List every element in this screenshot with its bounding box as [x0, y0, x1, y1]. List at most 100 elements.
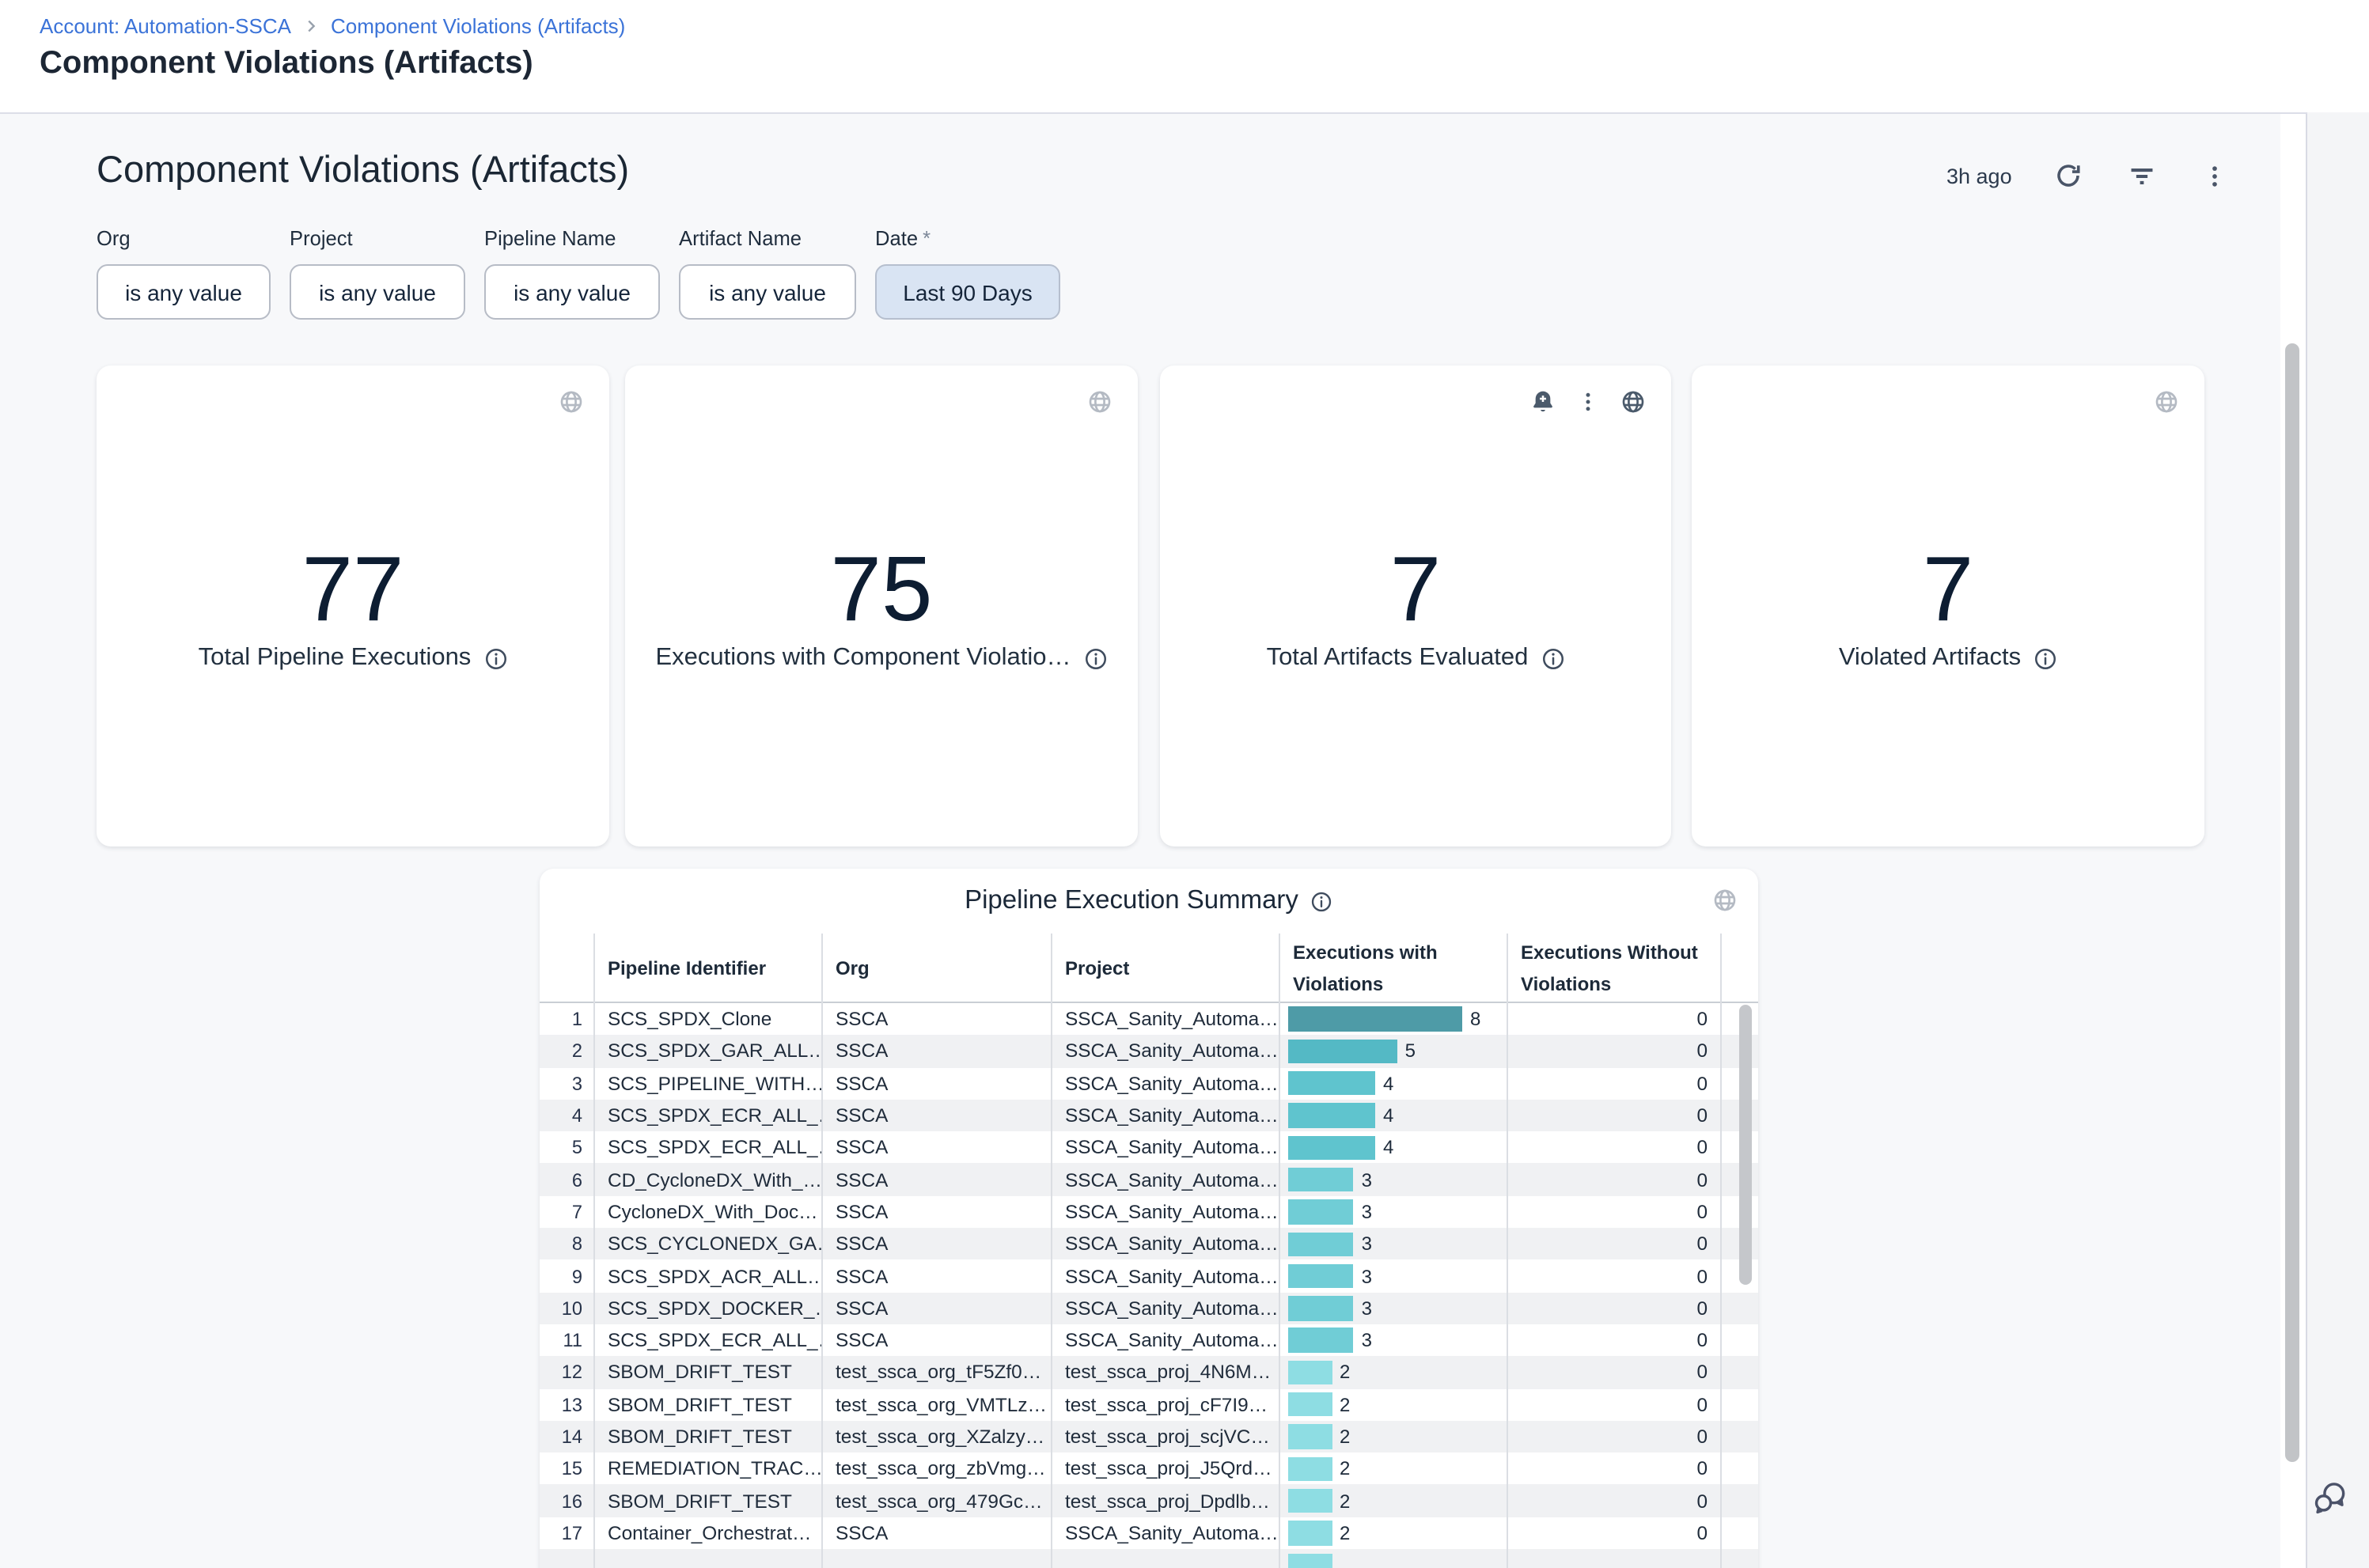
cell-org[interactable]: test_ssca_org_tF5Zf0…: [821, 1362, 1051, 1384]
cell-executions-with-violations[interactable]: 3: [1279, 1164, 1507, 1196]
cell-project[interactable]: test_ssca_proj_Dpdlb…: [1051, 1490, 1279, 1512]
violations-bar[interactable]: [1288, 1296, 1354, 1320]
table-row[interactable]: 10SCS_SPDX_DOCKER_…SSCASSCA_Sanity_Autom…: [540, 1292, 1758, 1324]
filter-chip-org[interactable]: is any value: [97, 264, 271, 320]
cell-org[interactable]: SSCA: [821, 1040, 1051, 1062]
cell-org[interactable]: SSCA: [821, 1297, 1051, 1320]
cell-pipeline-identifier[interactable]: CycloneDX_With_Doc…: [593, 1201, 821, 1223]
cell-org[interactable]: SSCA: [821, 1104, 1051, 1127]
table-row[interactable]: 11SCS_SPDX_ECR_ALL_…SSCASSCA_Sanity_Auto…: [540, 1324, 1758, 1357]
globe-icon[interactable]: [1087, 389, 1112, 415]
cell-pipeline-identifier[interactable]: CD_CycloneDX_With_…: [593, 1168, 821, 1191]
table-row[interactable]: 13SBOM_DRIFT_TESTtest_ssca_org_VMTLz…tes…: [540, 1388, 1758, 1421]
cell-pipeline-identifier[interactable]: SCS_SPDX_GAR_ALL…: [593, 1040, 821, 1062]
cell-executions-with-violations[interactable]: 3: [1279, 1228, 1507, 1260]
violations-bar[interactable]: [1288, 1199, 1354, 1224]
cell-executions-with-violations[interactable]: 3: [1279, 1196, 1507, 1229]
col-header-project[interactable]: Project: [1051, 934, 1279, 1002]
cell-executions-without-violations[interactable]: 0: [1507, 1490, 1720, 1512]
filter-chip-date[interactable]: Last 90 Days: [875, 264, 1060, 320]
cell-pipeline-identifier[interactable]: SCS_CYCLONEDX_GA…: [593, 1233, 821, 1255]
table-row[interactable]: 14SBOM_DRIFT_TESTtest_ssca_org_XZalzy…te…: [540, 1421, 1758, 1453]
cell-executions-with-violations[interactable]: 2: [1279, 1517, 1507, 1550]
cell-project[interactable]: SSCA_Sanity_Automa…: [1051, 1201, 1279, 1223]
cell-org[interactable]: SSCA: [821, 1329, 1051, 1351]
filter-chip-project[interactable]: is any value: [290, 264, 465, 320]
info-icon[interactable]: [2034, 646, 2057, 670]
violations-bar[interactable]: [1288, 1071, 1375, 1096]
cell-executions-with-violations[interactable]: 4: [1279, 1100, 1507, 1132]
col-header-executions-without-violations[interactable]: Executions WithoutViolations: [1507, 934, 1720, 1002]
cell-org[interactable]: SSCA: [821, 1265, 1051, 1287]
cell-org[interactable]: SSCA: [821, 1072, 1051, 1094]
cell-pipeline-identifier[interactable]: SCS_SPDX_ECR_ALL_…: [593, 1329, 821, 1351]
cell-org[interactable]: SSCA: [821, 1233, 1051, 1255]
cell-executions-without-violations[interactable]: 0: [1507, 1040, 1720, 1062]
cell-executions-with-violations[interactable]: 3: [1279, 1292, 1507, 1324]
cell-executions-without-violations[interactable]: 0: [1507, 1426, 1720, 1448]
cell-pipeline-identifier[interactable]: SCS_SPDX_ECR_ALL_…: [593, 1137, 821, 1159]
refresh-button[interactable]: [2053, 160, 2085, 191]
cell-executions-without-violations[interactable]: 0: [1507, 1522, 1720, 1544]
cell-executions-without-violations[interactable]: 0: [1507, 1393, 1720, 1415]
cell-org[interactable]: test_ssca_org_479Gc…: [821, 1490, 1051, 1512]
cell-project[interactable]: SSCA_Sanity_Automa…: [1051, 1265, 1279, 1287]
violations-bar[interactable]: [1288, 1360, 1332, 1384]
cell-executions-without-violations[interactable]: 0: [1507, 1233, 1720, 1255]
cell-project[interactable]: SSCA_Sanity_Automa…: [1051, 1040, 1279, 1062]
cell-executions-with-violations[interactable]: 4: [1279, 1067, 1507, 1100]
cell-executions-without-violations[interactable]: 0: [1507, 1362, 1720, 1384]
violations-bar[interactable]: [1288, 1489, 1332, 1513]
violations-bar[interactable]: [1288, 1456, 1332, 1481]
cell-executions-without-violations[interactable]: 0: [1507, 1168, 1720, 1191]
cell-pipeline-identifier[interactable]: SBOM_DRIFT_TEST: [593, 1426, 821, 1448]
cell-pipeline-identifier[interactable]: Container_Orchestrat…: [593, 1522, 821, 1544]
info-icon[interactable]: [483, 646, 507, 670]
col-header-executions-with-violations[interactable]: Executions withViolations: [1279, 934, 1507, 1002]
col-header-pipeline-identifier[interactable]: Pipeline Identifier: [593, 934, 821, 1002]
table-row[interactable]: [540, 1549, 1758, 1568]
breadcrumb-current-link[interactable]: Component Violations (Artifacts): [331, 14, 625, 38]
breadcrumb-account-link[interactable]: Account: Automation-SSCA: [40, 14, 291, 38]
cell-executions-without-violations[interactable]: 0: [1507, 1104, 1720, 1127]
table-row[interactable]: 6CD_CycloneDX_With_…SSCASSCA_Sanity_Auto…: [540, 1164, 1758, 1196]
kebab-icon[interactable]: [1576, 389, 1600, 415]
cell-pipeline-identifier[interactable]: REMEDIATION_TRAC…: [593, 1458, 821, 1480]
cell-project[interactable]: SSCA_Sanity_Automa…: [1051, 1137, 1279, 1159]
table-row[interactable]: 17Container_Orchestrat…SSCASSCA_Sanity_A…: [540, 1517, 1758, 1550]
violations-bar[interactable]: [1288, 1007, 1462, 1032]
table-row[interactable]: 8SCS_CYCLONEDX_GA…SSCASSCA_Sanity_Automa…: [540, 1228, 1758, 1260]
cell-org[interactable]: SSCA: [821, 1168, 1051, 1191]
dashboard-more-options-button[interactable]: [2199, 160, 2231, 191]
cell-pipeline-identifier[interactable]: SCS_SPDX_ECR_ALL_…: [593, 1104, 821, 1127]
cell-executions-without-violations[interactable]: 0: [1507, 1201, 1720, 1223]
table-row[interactable]: 1SCS_SPDX_CloneSSCASSCA_Sanity_Automa…80: [540, 1003, 1758, 1036]
cell-executions-with-violations[interactable]: 4: [1279, 1131, 1507, 1164]
cell-executions-without-violations[interactable]: 0: [1507, 1329, 1720, 1351]
cell-org[interactable]: SSCA: [821, 1137, 1051, 1159]
cell-project[interactable]: SSCA_Sanity_Automa…: [1051, 1072, 1279, 1094]
table-row[interactable]: 5SCS_SPDX_ECR_ALL_…SSCASSCA_Sanity_Autom…: [540, 1131, 1758, 1164]
globe-icon[interactable]: [559, 389, 584, 415]
cell-org[interactable]: test_ssca_org_VMTLz…: [821, 1393, 1051, 1415]
violations-bar[interactable]: [1288, 1135, 1375, 1160]
violations-bar[interactable]: [1288, 1104, 1375, 1128]
cell-executions-with-violations[interactable]: 5: [1279, 1036, 1507, 1068]
table-row[interactable]: 15REMEDIATION_TRAC…test_ssca_org_zbVmg…t…: [540, 1452, 1758, 1485]
violations-bar[interactable]: [1288, 1521, 1332, 1545]
bell-plus-icon[interactable]: [1530, 389, 1556, 415]
page-scrollbar-thumb[interactable]: [2285, 343, 2299, 1462]
table-row[interactable]: 2SCS_SPDX_GAR_ALL…SSCASSCA_Sanity_Automa…: [540, 1036, 1758, 1068]
cell-project[interactable]: test_ssca_proj_4N6M…: [1051, 1362, 1279, 1384]
cell-pipeline-identifier[interactable]: SCS_SPDX_Clone: [593, 1008, 821, 1030]
globe-icon[interactable]: [2154, 389, 2179, 415]
cell-org[interactable]: SSCA: [821, 1522, 1051, 1544]
cell-project[interactable]: SSCA_Sanity_Automa…: [1051, 1104, 1279, 1127]
table-row[interactable]: 9SCS_SPDX_ACR_ALL…SSCASSCA_Sanity_Automa…: [540, 1260, 1758, 1293]
cell-project[interactable]: test_ssca_proj_cF7I9…: [1051, 1393, 1279, 1415]
cell-executions-without-violations[interactable]: 0: [1507, 1265, 1720, 1287]
violations-bar[interactable]: [1288, 1168, 1354, 1192]
violations-bar[interactable]: [1288, 1328, 1354, 1353]
table-row[interactable]: 7CycloneDX_With_Doc…SSCASSCA_Sanity_Auto…: [540, 1196, 1758, 1229]
violations-bar[interactable]: [1288, 1425, 1332, 1449]
